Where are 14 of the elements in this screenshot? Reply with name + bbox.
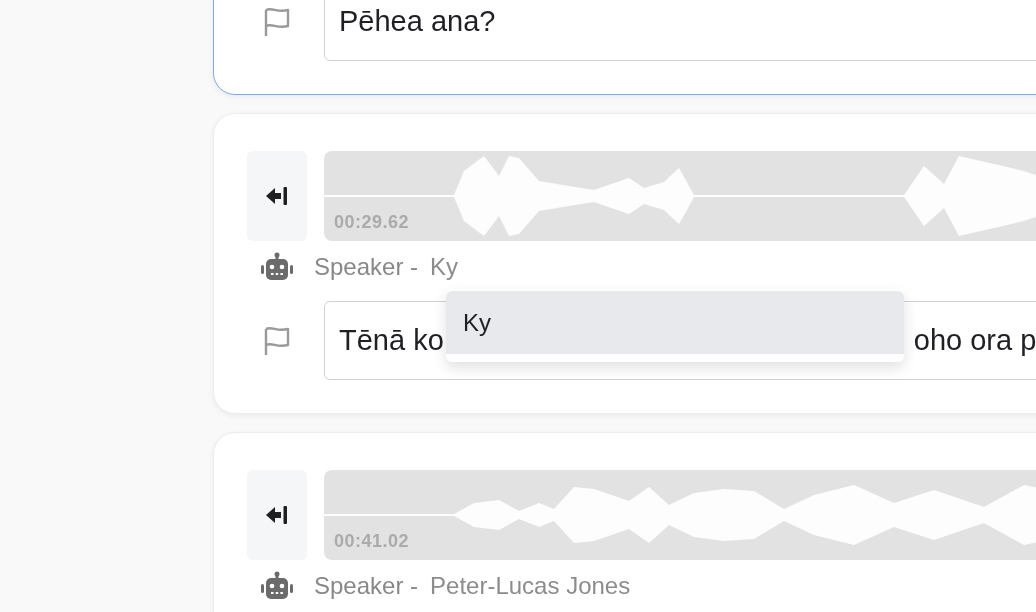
speaker-label: Speaker -: [314, 253, 419, 281]
flag-icon: [263, 325, 291, 356]
dropdown-option[interactable]: Ky: [446, 291, 904, 354]
jump-button[interactable]: [247, 470, 307, 560]
arrow-to-bar-icon: [265, 185, 289, 207]
arrow-to-bar-icon: [265, 504, 289, 526]
speaker-name[interactable]: Ky: [430, 253, 459, 281]
robot-icon: [260, 571, 294, 601]
robot-icon: [260, 252, 294, 282]
speaker-label: Speaker -: [314, 572, 419, 600]
flag-icon: [263, 6, 291, 37]
jump-button[interactable]: [247, 151, 307, 241]
speaker-name[interactable]: Peter-Lucas Jones: [430, 572, 631, 600]
transcript-field[interactable]: Pēhea ana?: [324, 0, 1036, 61]
